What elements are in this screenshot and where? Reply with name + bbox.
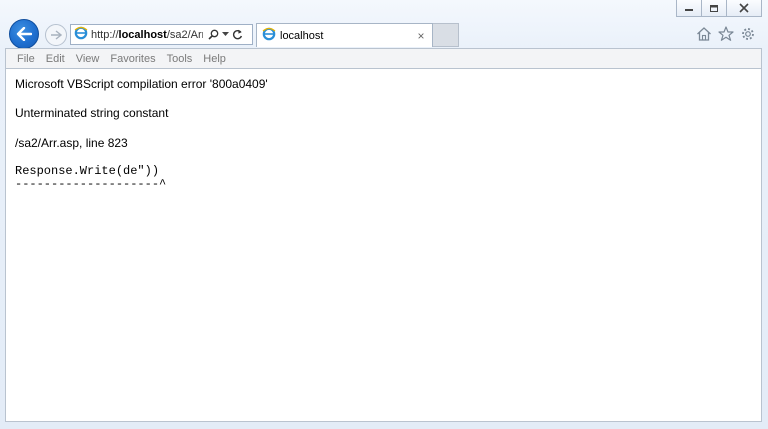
- address-bar[interactable]: http://localhost/sa2/Arr: [70, 24, 253, 45]
- menu-edit[interactable]: Edit: [46, 53, 65, 65]
- menu-view[interactable]: View: [76, 53, 100, 65]
- minimize-button[interactable]: [676, 0, 702, 17]
- close-icon: [739, 3, 749, 13]
- back-button[interactable]: [9, 19, 39, 49]
- minimize-icon: [685, 9, 693, 11]
- forward-arrow-icon: [51, 30, 62, 40]
- forward-button[interactable]: [45, 24, 67, 46]
- error-title: Microsoft VBScript compilation error '80…: [15, 77, 268, 91]
- star-icon: [718, 26, 734, 41]
- tab-localhost[interactable]: localhost ×: [256, 23, 433, 47]
- page-content: Microsoft VBScript compilation error '80…: [5, 68, 762, 422]
- back-arrow-icon: [16, 27, 32, 41]
- home-button[interactable]: [696, 26, 712, 42]
- address-url: http://localhost/sa2/Arr: [91, 28, 203, 41]
- tab-close-button[interactable]: ×: [414, 29, 428, 43]
- chevron-down-icon: [222, 32, 229, 36]
- new-tab-button[interactable]: [433, 23, 459, 47]
- close-window-button[interactable]: [726, 0, 762, 17]
- search-icon: [208, 29, 219, 40]
- browser-window: http://localhost/sa2/Arr localhost × Fil…: [0, 0, 768, 429]
- menu-file[interactable]: File: [17, 53, 35, 65]
- address-dropdown-button[interactable]: [222, 32, 229, 37]
- refresh-button[interactable]: [232, 29, 243, 40]
- restore-button[interactable]: [701, 0, 727, 17]
- tab-title: localhost: [280, 29, 324, 42]
- gear-icon: [742, 28, 754, 40]
- restore-icon: [710, 4, 718, 12]
- error-location: /sa2/Arr.asp, line 823: [15, 136, 128, 150]
- error-message: Unterminated string constant: [15, 106, 169, 120]
- search-button[interactable]: [208, 29, 219, 40]
- ie-logo-icon: [74, 26, 88, 43]
- menu-help[interactable]: Help: [203, 53, 226, 65]
- favorites-button[interactable]: [718, 26, 734, 42]
- ie-logo-icon: [262, 27, 276, 44]
- menu-tools[interactable]: Tools: [167, 53, 193, 65]
- error-pointer: --------------------^: [15, 177, 167, 191]
- menu-bar: File Edit View Favorites Tools Help: [5, 48, 762, 68]
- refresh-icon: [232, 29, 243, 40]
- tools-button[interactable]: [740, 26, 756, 42]
- window-controls: [676, 0, 762, 17]
- home-icon: [697, 27, 711, 41]
- menu-favorites[interactable]: Favorites: [110, 53, 155, 65]
